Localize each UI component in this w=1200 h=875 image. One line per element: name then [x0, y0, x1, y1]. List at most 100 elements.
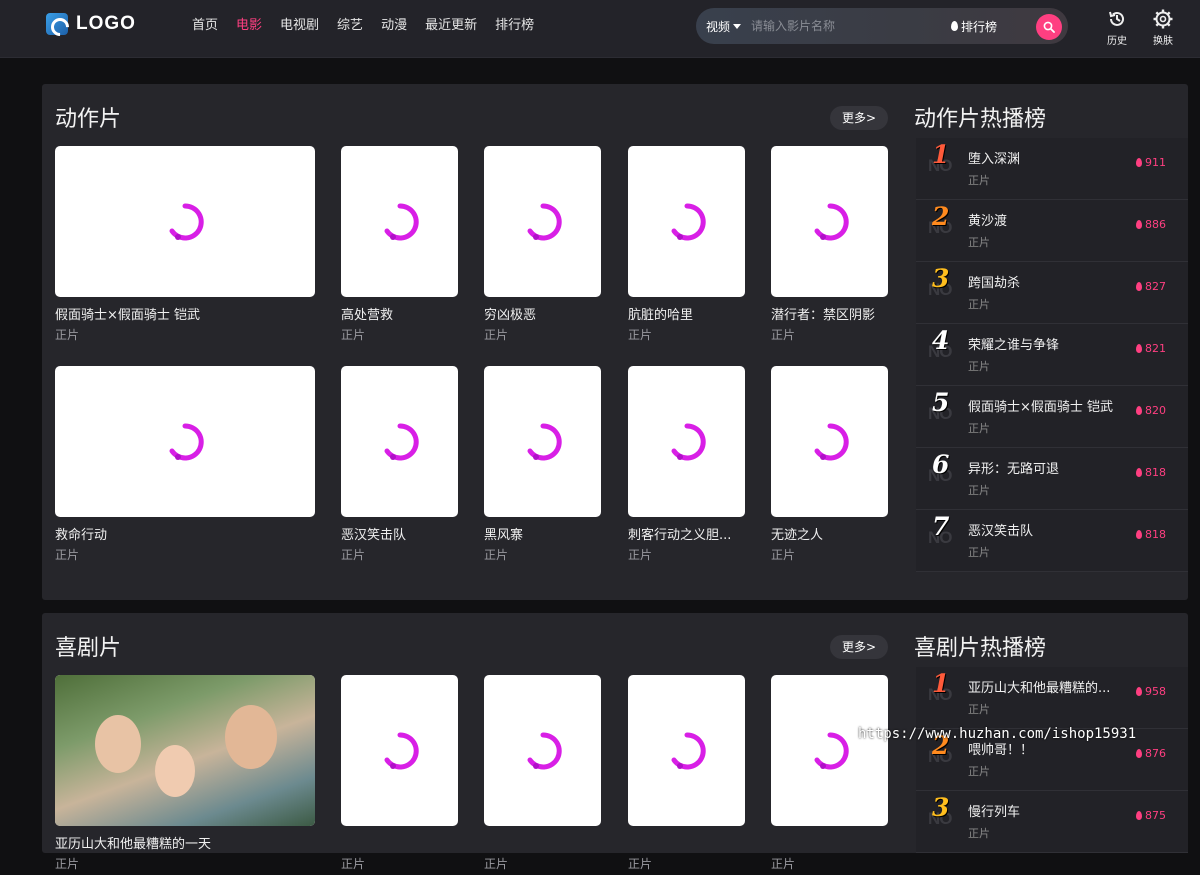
- flame-icon: [1136, 406, 1142, 415]
- nav-item-movie[interactable]: 电影: [236, 17, 262, 35]
- rank-status: 正片: [968, 360, 990, 373]
- rank-number: 7: [932, 512, 950, 541]
- site-logo[interactable]: LOGO: [46, 13, 136, 35]
- search-type-select[interactable]: 视频: [706, 18, 742, 35]
- movie-poster[interactable]: [484, 146, 601, 297]
- loading-spinner-icon: [814, 731, 849, 769]
- movie-card[interactable]: 穷凶极恶 正片: [484, 146, 601, 346]
- rank-item[interactable]: NO 3 慢行列车 正片 875: [916, 791, 1188, 853]
- search-input[interactable]: [751, 19, 942, 33]
- movie-card[interactable]: 假面骑士×假面骑士 铠武 正片: [55, 146, 315, 346]
- nav-item-anime[interactable]: 动漫: [381, 17, 407, 35]
- movie-poster[interactable]: [55, 675, 315, 826]
- movie-poster[interactable]: [55, 366, 315, 517]
- rank-heat-value: 818: [1145, 466, 1166, 479]
- movie-title[interactable]: 高处营救: [341, 304, 458, 323]
- rank-heat: 886: [1136, 218, 1166, 231]
- movie-card[interactable]: 无迹之人 正片: [771, 366, 888, 566]
- rank-title[interactable]: 跨国劫杀: [968, 272, 1020, 291]
- movie-title[interactable]: 亚历山大和他最糟糕的一天: [55, 833, 315, 852]
- movie-poster[interactable]: [628, 675, 745, 826]
- movie-title[interactable]: 救命行动: [55, 524, 315, 543]
- rank-number: 3: [932, 264, 950, 293]
- rank-item[interactable]: NO 6 异形：无路可退 正片 818: [916, 448, 1188, 510]
- movie-card[interactable]: 高处营救 正片: [341, 146, 458, 346]
- movie-card[interactable]: 刺客行动之义胆... 正片: [628, 366, 745, 566]
- movie-poster[interactable]: [341, 146, 458, 297]
- movie-title[interactable]: 刺客行动之义胆...: [628, 524, 745, 543]
- movie-card[interactable]: 亚历山大和他最糟糕的一天 正片: [55, 675, 315, 875]
- search-rank-link[interactable]: 排行榜: [951, 18, 997, 35]
- rank-title[interactable]: 亚历山大和他最糟糕的...: [968, 677, 1110, 696]
- nav-item-variety[interactable]: 综艺: [337, 17, 363, 35]
- rank-item[interactable]: NO 5 假面骑士×假面骑士 铠武 正片 820: [916, 386, 1188, 448]
- chevron-down-icon: [733, 23, 742, 29]
- rank-heat-value: 876: [1145, 747, 1166, 760]
- movie-poster[interactable]: [628, 366, 745, 517]
- loading-spinner-icon: [814, 422, 849, 460]
- rank-number: 6: [932, 450, 950, 479]
- rank-item[interactable]: NO 3 跨国劫杀 正片 827: [916, 262, 1188, 324]
- movie-card[interactable]: 正片: [628, 675, 745, 875]
- rank-heat: 911: [1136, 156, 1166, 169]
- movie-title[interactable]: 穷凶极恶: [484, 304, 601, 323]
- rank-title[interactable]: 异形：无路可退: [968, 458, 1059, 477]
- movie-status: 正片: [341, 857, 366, 871]
- search-button[interactable]: [1036, 14, 1062, 40]
- rank-title[interactable]: 假面骑士×假面骑士 铠武: [968, 396, 1113, 415]
- movie-card[interactable]: 潜行者：禁区阴影 正片: [771, 146, 888, 346]
- movie-poster[interactable]: [771, 675, 888, 826]
- section-title: 喜剧片: [55, 636, 122, 661]
- nav-item-tv[interactable]: 电视剧: [280, 17, 319, 35]
- rank-item[interactable]: NO 2 黄沙渡 正片 886: [916, 200, 1188, 262]
- movie-card[interactable]: 正片: [341, 675, 458, 875]
- movie-poster[interactable]: [484, 675, 601, 826]
- movie-card[interactable]: 黑风寨 正片: [484, 366, 601, 566]
- movie-title[interactable]: 肮脏的哈里: [628, 304, 745, 323]
- rank-title[interactable]: 慢行列车: [968, 801, 1020, 820]
- movie-status: 正片: [628, 328, 653, 342]
- nav-item-ranking[interactable]: 排行榜: [495, 17, 534, 35]
- rank-status: 正片: [968, 422, 990, 435]
- rank-item[interactable]: NO 7 恶汉笑击队 正片 818: [916, 510, 1188, 572]
- more-button[interactable]: 更多>: [830, 106, 888, 130]
- movie-card[interactable]: 正片: [771, 675, 888, 875]
- rank-heat: 827: [1136, 280, 1166, 293]
- rank-number: 4: [932, 326, 950, 355]
- rank-title[interactable]: 恶汉笑击队: [968, 520, 1033, 539]
- movie-card[interactable]: 正片: [484, 675, 601, 875]
- nav-item-latest[interactable]: 最近更新: [425, 17, 477, 35]
- movie-title[interactable]: 无迹之人: [771, 524, 888, 543]
- rank-item[interactable]: NO 4 荣耀之谁与争锋 正片 821: [916, 324, 1188, 386]
- movie-title[interactable]: 假面骑士×假面骑士 铠武: [55, 304, 315, 323]
- rank-title[interactable]: 黄沙渡: [968, 210, 1007, 229]
- movie-status: 正片: [484, 548, 509, 562]
- skin-button[interactable]: 换肤: [1148, 8, 1178, 47]
- search-rank-label: 排行榜: [961, 19, 998, 34]
- movie-card[interactable]: 救命行动 正片: [55, 366, 315, 566]
- movie-poster[interactable]: [341, 366, 458, 517]
- rank-title[interactable]: 堕入深渊: [968, 148, 1020, 167]
- movie-title[interactable]: 恶汉笑击队: [341, 524, 458, 543]
- loading-spinner-icon: [527, 422, 562, 460]
- movie-title[interactable]: 潜行者：禁区阴影: [771, 304, 888, 323]
- rank-number: 5: [932, 388, 950, 417]
- rank-item[interactable]: NO 1 堕入深渊 正片 911: [916, 138, 1188, 200]
- rank-heat-value: 875: [1145, 809, 1166, 822]
- history-button[interactable]: 历史: [1102, 8, 1132, 47]
- movie-poster[interactable]: [771, 366, 888, 517]
- rank-item[interactable]: NO 1 亚历山大和他最糟糕的... 正片 958: [916, 667, 1188, 729]
- movie-poster[interactable]: [628, 146, 745, 297]
- rank-title[interactable]: 荣耀之谁与争锋: [968, 334, 1059, 353]
- movie-poster[interactable]: [771, 146, 888, 297]
- rank-heat: 876: [1136, 747, 1166, 760]
- movie-poster[interactable]: [341, 675, 458, 826]
- movie-title[interactable]: 黑风寨: [484, 524, 601, 543]
- more-button[interactable]: 更多>: [830, 635, 888, 659]
- movie-poster[interactable]: [55, 146, 315, 297]
- rank-status: 正片: [968, 298, 990, 311]
- movie-poster[interactable]: [484, 366, 601, 517]
- movie-card[interactable]: 肮脏的哈里 正片: [628, 146, 745, 346]
- movie-card[interactable]: 恶汉笑击队 正片: [341, 366, 458, 566]
- nav-item-home[interactable]: 首页: [192, 17, 218, 35]
